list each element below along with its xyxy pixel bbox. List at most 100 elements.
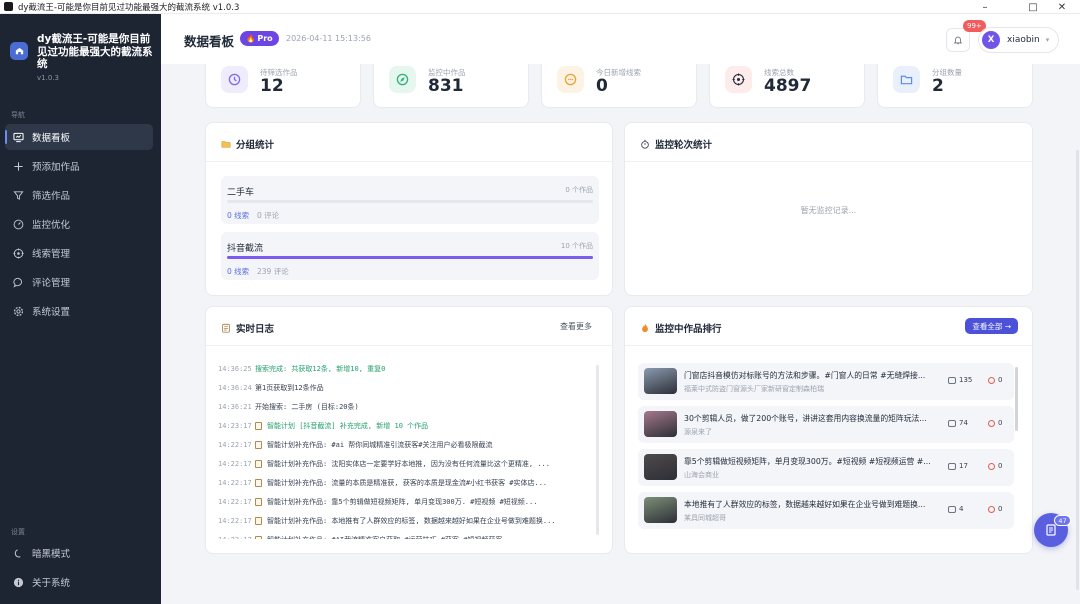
video-thumbnail <box>644 497 677 523</box>
lead-count: 0 <box>988 376 1002 384</box>
chat-icon <box>557 66 584 93</box>
stat-value: 4897 <box>764 76 812 96</box>
card-title: 分组统计 <box>221 137 274 151</box>
window-title: dy截流王-可能是你目前见过功能最强大的截流系统 v1.0.3 <box>18 2 240 13</box>
log-time: 14:22:17 <box>218 459 252 468</box>
target-icon <box>13 247 24 259</box>
document-icon <box>255 459 262 468</box>
comment-icon <box>948 505 956 513</box>
divider <box>625 161 1032 162</box>
video-title: 30个剪辑人员，做了200个账号，讲讲这套用内容换流量的矩阵玩法... <box>684 414 927 423</box>
group-count: 0 个作品 <box>565 186 593 194</box>
info-icon <box>13 577 24 588</box>
log-line: 14:22:17 智能计划补充作品: 靠5个剪辑做短视频矩阵, 单月变现300万.… <box>218 492 594 511</box>
document-icon <box>255 535 262 539</box>
log-list[interactable]: 14:36:25 搜索完成: 共获取12条, 新增10, 重复0 14:36:24 第… <box>218 359 594 539</box>
log-line: 14:23:17 智能计划 [抖音截流] 补充完成, 新增 10 个作品 <box>218 416 594 435</box>
log-text: 智能计划补充作品: 靠5个剪辑做短视频矩阵, 单月变现300万. #短视频 #短… <box>267 497 538 506</box>
log-line: 14:22:17 智能计划补充作品: #AI截流精准客户获取 #运营技巧 #获客 … <box>218 530 594 539</box>
view-more-link[interactable]: 查看更多 <box>560 321 592 332</box>
brand: dy截流王-可能是你目前见过功能最强大的截流系统 v1.0.3 <box>10 33 153 82</box>
group-count: 10 个作品 <box>560 242 593 250</box>
sidebar-item-label: 筛选作品 <box>32 191 71 202</box>
sidebar-item-label: 系统设置 <box>32 307 71 318</box>
page-scrollbar[interactable] <box>1076 150 1079 590</box>
clipboard-icon <box>221 323 231 333</box>
group-leads: 0 线索 <box>227 267 250 276</box>
nav-section-label: 导航 <box>11 111 25 119</box>
avatar: X <box>982 31 1000 49</box>
ranking-scrollbar[interactable] <box>1015 367 1018 431</box>
header: 数据看板 🔥 Pro 2026-04-11 15:13:56 99+ X xia… <box>161 14 1080 64</box>
log-text: 智能计划补充作品: #AI截流精准客户获取 #运营技巧 #获客 #短视频获客 <box>267 535 502 540</box>
group-item[interactable]: 抖音截流 10 个作品 0 线索 239 评论 <box>221 232 599 280</box>
ranking-item[interactable]: 门窗店抖音模仿对标账号的方法和步骤。#门窗人的日常 #无缝焊接... 福莱中式防盗… <box>638 363 1014 400</box>
log-text: 第1页获取到12条作品 <box>255 383 324 392</box>
sidebar-item-target[interactable]: 线索管理 <box>5 240 153 266</box>
plus-icon <box>13 161 24 172</box>
log-time: 14:22:17 <box>218 516 252 525</box>
gear-icon <box>13 306 24 317</box>
document-icon <box>255 440 262 449</box>
realtime-log-card: 实时日志 查看更多 14:36:25 搜索完成: 共获取12条, 新增10, 重复… <box>205 306 613 554</box>
ranking-list[interactable]: 门窗店抖音模仿对标账号的方法和步骤。#门窗人的日常 #无缝焊接... 福莱中式防盗… <box>638 363 1014 541</box>
lead-count: 0 <box>988 505 1002 513</box>
sidebar-item-about[interactable]: 关于系统 <box>5 569 153 595</box>
sidebar-item-label: 关于系统 <box>32 578 71 589</box>
close-button[interactable]: ✕ <box>1044 0 1080 14</box>
page-title: 数据看板 <box>184 34 235 49</box>
chevron-down-icon: ▾ <box>1045 36 1050 44</box>
filter-icon <box>13 190 24 201</box>
stopwatch-icon <box>640 139 650 149</box>
sidebar-item-gauge[interactable]: 监控优化 <box>5 211 153 237</box>
comment-icon <box>13 277 24 288</box>
ranking-item[interactable]: 本地推有了人群效应的标签，数据越来越好如果在企业号做到难题换... 某具同城超哥 4… <box>638 492 1014 529</box>
document-icon <box>255 516 262 525</box>
ranking-item[interactable]: 30个剪辑人员，做了200个账号，讲讲这套用内容换流量的矩阵玩法... 源泉来了 7… <box>638 406 1014 443</box>
log-line: 14:22:17 智能计划补充作品: 本地推有了人群效应的标签, 数据越来越好如果… <box>218 511 594 530</box>
video-author: 福莱中式防盗门窗源头厂家新研窗定制森柏瑞 <box>684 385 824 393</box>
ranking-item[interactable]: 靠5个剪辑做短视频矩阵，单月变现300万。#短视频 #短视频运营 #... 山海会… <box>638 449 1014 486</box>
lead-count: 0 <box>988 462 1002 470</box>
sidebar-item-label: 预添加作品 <box>32 162 80 173</box>
view-all-button[interactable]: 查看全部 → <box>965 318 1018 334</box>
pro-badge: 🔥 Pro <box>240 31 279 46</box>
brand-name: dy截流王-可能是你目前见过功能最强大的截流系统 <box>37 33 153 70</box>
stat-card: 线索总数 4897 <box>709 64 865 108</box>
sidebar-item-dashboard[interactable]: 数据看板 <box>5 124 153 150</box>
log-text: 智能计划补充作品: 流量的本质是精准获, 获客的本质是现金流#小红书获客 #实体… <box>267 478 548 487</box>
group-reviews: 0 评论 <box>257 211 280 220</box>
log-time: 14:22:17 <box>218 497 252 506</box>
fire-icon <box>640 323 650 333</box>
group-item[interactable]: 二手车 0 个作品 0 线索 0 评论 <box>221 176 599 224</box>
video-title: 靠5个剪辑做短视频矩阵，单月变现300万。#短视频 #短视频运营 #... <box>684 457 931 466</box>
comment-icon <box>948 419 956 427</box>
log-text: 搜索完成: 共获取12条, 新增10, 重复0 <box>255 364 386 373</box>
log-time: 14:36:25 <box>218 364 252 373</box>
video-author: 某具同城超哥 <box>684 514 726 522</box>
log-time: 14:22:17 <box>218 440 252 449</box>
minimize-button[interactable]: – <box>967 0 1003 14</box>
user-menu[interactable]: X xiaobin ▾ <box>978 27 1059 53</box>
video-thumbnail <box>644 368 677 394</box>
divider <box>206 345 612 346</box>
group-name: 二手车 <box>227 188 255 198</box>
sidebar-item-comment[interactable]: 评论管理 <box>5 269 153 295</box>
group-reviews: 239 评论 <box>257 267 289 276</box>
sidebar-item-filter[interactable]: 筛选作品 <box>5 182 153 208</box>
empty-state-text: 暂无监控记录... <box>800 206 857 215</box>
target-icon <box>988 419 995 427</box>
sidebar-item-gear[interactable]: 系统设置 <box>5 298 153 324</box>
sidebar-item-dark-mode[interactable]: 暗黑模式 <box>5 540 153 566</box>
sidebar-item-label: 评论管理 <box>32 278 71 289</box>
stat-card: 待筛选作品 12 <box>205 64 361 108</box>
sidebar-item-label: 线索管理 <box>32 249 71 260</box>
sidebar-item-plus[interactable]: 预添加作品 <box>5 153 153 179</box>
stat-value: 0 <box>596 76 608 96</box>
stat-card: 监控中作品 831 <box>373 64 529 108</box>
log-scrollbar[interactable] <box>596 365 599 535</box>
fire-icon: 🔥 <box>246 34 256 43</box>
log-time: 14:36:24 <box>218 383 252 392</box>
monitor-rounds-card: 监控轮次统计 暂无监控记录... <box>624 122 1033 296</box>
group-progress-track <box>227 256 593 259</box>
